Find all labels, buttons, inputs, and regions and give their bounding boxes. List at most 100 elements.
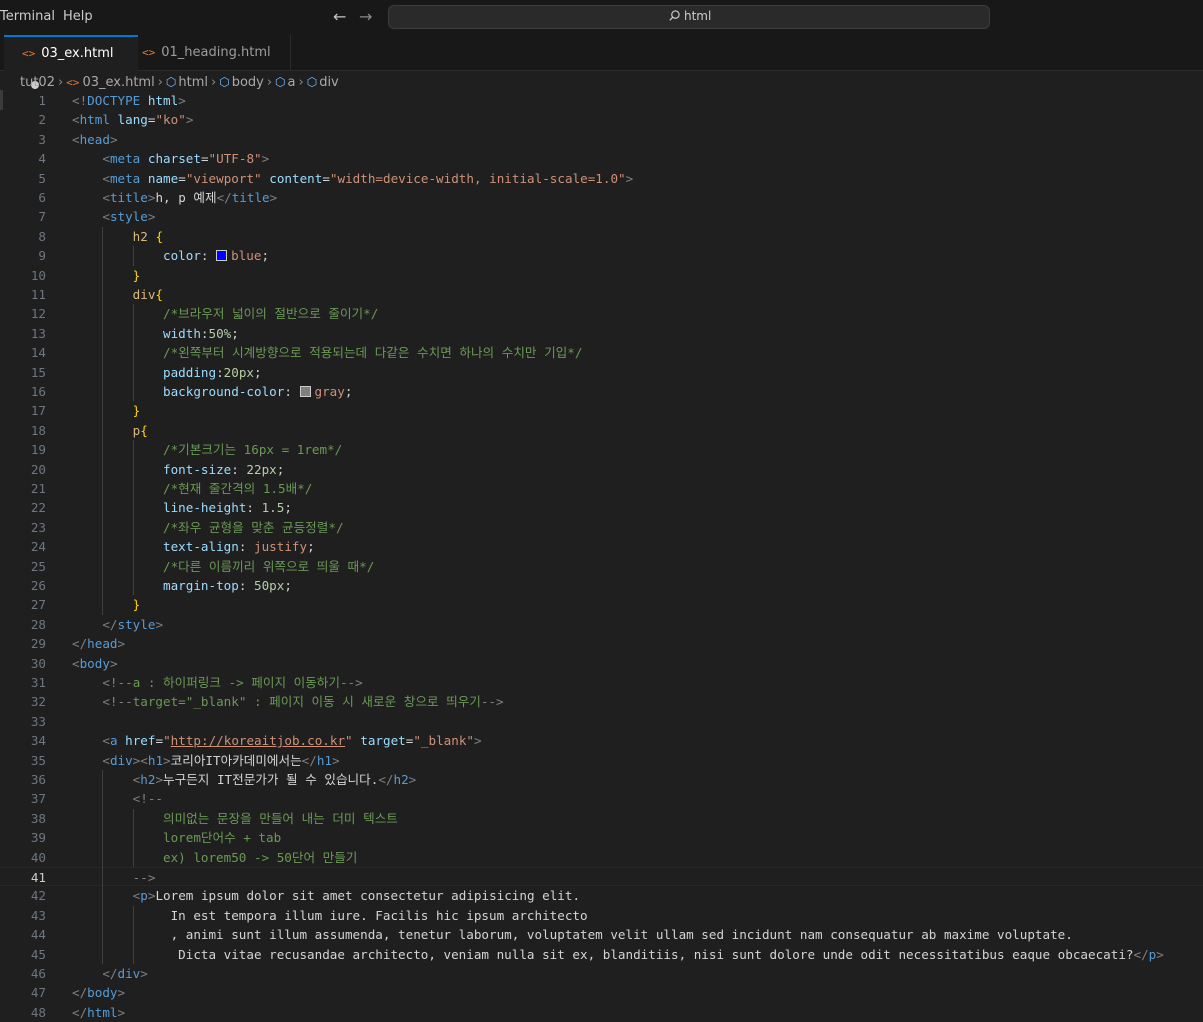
color-swatch-icon[interactable] [216,250,228,262]
code-line[interactable]: 2 <html lang="ko"> [0,110,1203,129]
code-line[interactable]: 43 In est tempora illum iure. Facilis hi… [0,906,1203,925]
line-number: 5 [38,170,46,186]
line-number: 42 [30,888,46,904]
line-number: 11 [30,287,46,302]
line-number: 6 [38,190,46,205]
code-line[interactable]: 21 /*현재 줄간격의 1.5배*/ [0,479,1203,498]
line-number: 28 [30,616,46,632]
code-line[interactable]: 4 <meta charset="UTF-8"> [0,149,1203,168]
line-number: 14 [30,345,46,361]
code-line[interactable]: 40 ex) lorem50 -> 50단어 만들기 [0,848,1203,867]
breadcrumb-html[interactable]: html [178,75,208,90]
line-code: } [132,267,141,283]
code-line[interactable]: 15 padding:20px; [0,363,1203,382]
code-line[interactable]: 23 /*좌우 균형을 맞춘 균등정렬*/ [0,518,1203,537]
code-line[interactable]: 36 <h2>누구든지 IT전문가가 될 수 있습니다.</h2> [0,770,1203,789]
code-line[interactable]: 28 </style> [0,615,1203,634]
tab-01-heading-html[interactable]: <> 01_heading.html [124,35,291,70]
indent-guide [132,905,134,964]
code-line[interactable]: 35 <div><h1>코리아IT아카데미에서는</h1> [0,751,1203,770]
code-line[interactable]: 37 <!-- [0,789,1203,808]
code-line[interactable]: 41 --> [0,867,1203,887]
menu-help[interactable]: Help [63,9,93,24]
code-line[interactable]: 13 width:50%; [0,324,1203,343]
code-line[interactable]: 32 <!--target="_blank" : 페이지 이동 시 새로운 창으… [0,692,1203,711]
code-line[interactable]: 47 </body> [0,983,1203,1002]
line-number: 37 [30,791,46,807]
line-number: 45 [30,946,46,962]
line-number: 13 [30,325,46,341]
line-code: background-color: gray; [163,384,353,399]
code-line[interactable]: 8 h2 { [0,227,1203,246]
line-number: 41 [30,870,46,885]
tab-03-ex-html[interactable]: <> 03_ex.html [4,35,138,89]
command-center-search[interactable]: html [388,5,990,29]
back-arrow-icon[interactable]: ← [333,7,346,26]
code-line[interactable]: 5 <meta name="viewport" content="width=d… [0,169,1203,188]
line-number: 2 [38,112,46,128]
line-code: <!--a : 하이퍼링크 -> 페이지 이동하기--> [102,675,363,690]
menu-terminal[interactable]: Terminal [0,9,55,24]
line-number: 7 [38,209,46,225]
code-line[interactable]: 25 /*다른 이름끼리 위쪽으로 띄울 때*/ [0,557,1203,576]
code-line[interactable]: 6 <title>h, p 예제</title> [0,188,1203,207]
color-swatch-icon[interactable] [299,386,311,397]
code-line[interactable]: 1 <!DOCTYPE html> [0,91,1203,110]
code-line[interactable]: 42 <p>Lorem ipsum dolor sit amet consect… [0,886,1203,905]
code-line[interactable]: 26 margin-top: 50px; [0,576,1203,595]
code-line[interactable]: 14 /*왼쪽부터 시계방향으로 적용되는데 다같은 수치면 하나의 수치만 기… [0,343,1203,362]
code-line[interactable]: 22 line-height: 1.5; [0,498,1203,517]
line-number: 32 [30,694,46,710]
code-line[interactable]: 30 <body> [0,654,1203,673]
code-line[interactable]: 31 <!--a : 하이퍼링크 -> 페이지 이동하기--> [0,673,1203,692]
code-line[interactable]: 48 </html> [0,1003,1203,1022]
forward-arrow-icon[interactable]: → [359,7,372,26]
breadcrumb-a[interactable]: a [288,75,296,90]
indent-guide [102,226,104,615]
code-line[interactable]: 45 Dicta vitae recusandae architecto, ve… [0,945,1203,964]
code-line[interactable]: 46 </div> [0,964,1203,983]
indent-guide [132,304,134,402]
code-line[interactable]: 24 text-align: justify; [0,537,1203,556]
code-line[interactable]: 38 의미없는 문장을 만들어 내는 더미 텍스트 [0,809,1203,828]
indent-guide [102,770,104,964]
line-code: <!--target="_blank" : 페이지 이동 시 새로운 창으로 띄… [102,694,504,710]
code-line[interactable]: 9 color: blue; [0,246,1203,265]
code-line[interactable]: 12 /*브라우저 넓이의 절반으로 줄이기*/ [0,304,1203,323]
tab-label: 03_ex.html [41,46,114,61]
code-line[interactable]: 17 } [0,401,1203,420]
code-line[interactable]: 20 font-size: 22px; [0,460,1203,479]
line-code: margin-top: 50px; [163,578,292,593]
line-number: 48 [30,1004,46,1020]
code-line[interactable]: 11 div{ [0,285,1203,304]
breadcrumb-body[interactable]: body [232,75,264,90]
code-editor[interactable]: 1 <!DOCTYPE html> 2 <html lang="ko"> 3 <head>… [0,91,1203,1020]
code-line[interactable]: 19 /*기본크기는 16px = 1rem*/ [0,440,1203,459]
line-number: 25 [30,558,46,574]
code-line[interactable]: 33 [0,712,1203,731]
code-line[interactable]: 16 background-color: gray; [0,382,1203,401]
line-code: /*기본크기는 16px = 1rem*/ [163,442,343,458]
line-code: <style> [102,209,156,225]
line-number: 22 [30,500,46,516]
code-line[interactable]: 39 lorem단어수 + tab [0,828,1203,847]
line-number: 27 [30,597,46,613]
code-line[interactable]: 10 } [0,266,1203,285]
code-line[interactable]: 27 } [0,595,1203,614]
breadcrumb-folder[interactable]: tut02 [20,75,55,90]
breadcrumb-file[interactable]: 03_ex.html [82,75,154,90]
breadcrumb-div[interactable]: div [319,75,339,90]
code-line[interactable]: 34 <a href="http://koreaitjob.co.kr" tar… [0,731,1203,750]
element-cube-icon: ⬡ [306,75,318,89]
code-line[interactable]: 29 </head> [0,634,1203,653]
code-line[interactable]: 3 <head> [0,130,1203,149]
line-number: 39 [30,830,46,846]
code-line[interactable]: 44 , animi sunt illum assumenda, tenetur… [0,925,1203,944]
line-number: 19 [30,442,46,458]
line-code: <p>Lorem ipsum dolor sit amet consectetu… [132,888,581,904]
code-line[interactable]: 18 p{ [0,421,1203,440]
search-icon [669,10,680,21]
code-line[interactable]: 7 <style> [0,207,1203,226]
line-code: 의미없는 문장을 만들어 내는 더미 텍스트 [72,810,398,826]
line-code: <a href="http://koreaitjob.co.kr" target… [102,733,482,749]
